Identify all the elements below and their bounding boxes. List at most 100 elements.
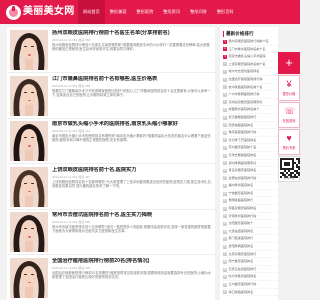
article-title[interactable]: 扬州双眼皮医院排行榜前十名医生名单(分享排前名)	[52, 30, 212, 37]
sidebar-item[interactable]: 34 海口吸脂医院排名	[223, 289, 278, 297]
qr-code-icon	[280, 158, 300, 178]
article-views: 阅读 187	[78, 174, 91, 179]
article-summary: 扬州双眼皮医院排行榜前十名医生名单是哪些呢?想要做双眼皮手术的小伙伴们一定要看看…	[52, 43, 210, 52]
sidebar-item-label: 沈阳整形医院前十	[228, 221, 254, 226]
rank-number: 7	[223, 85, 227, 90]
sidebar-item-label: 大连祛痘医院排名	[228, 228, 254, 233]
sidebar-item[interactable]: 26 大连祛痘医院排名	[223, 228, 278, 236]
expand-button[interactable]: +	[278, 52, 300, 74]
sidebar-item-label: 兰州整形医院排行榜	[228, 282, 257, 286]
sidebar-item[interactable]: 8 广州市隆胸医院排行榜	[223, 91, 278, 99]
sidebar-item[interactable]: 30 南宁整形医院排名	[223, 258, 278, 266]
sidebar-item[interactable]: 7 杭州吸脂医院排名前十名	[223, 84, 278, 92]
sidebar-item[interactable]: 6 全国治疗痤疮医院排行榜	[223, 76, 278, 84]
article-title[interactable]: 全国治疗痤疮医院排行榜前20名(排名情况)	[52, 258, 212, 265]
article-meta: 2024-03-12 11:28|阅读 256	[52, 220, 91, 224]
sidebar-item[interactable]: 25 沈阳整形医院前十	[223, 220, 278, 228]
nav-item[interactable]: 整形美容	[105, 0, 132, 24]
article-date: 2024-03-12 11:33	[52, 129, 76, 133]
sidebar-item[interactable]: 11 武汉做眼袋医院排行	[223, 114, 278, 122]
rank-number: 6	[223, 77, 227, 82]
article-thumbnail[interactable]	[10, 212, 48, 252]
article-item[interactable]: 常州市去痘坑医院排名前十名,医生实力揭晓 2024-03-12 11:28|阅读 …	[7, 209, 215, 255]
sidebar-item[interactable]: 5 常州市去痘坑医院排名	[223, 68, 278, 76]
sidebar-item[interactable]: 19 合肥祛斑医院排行榜	[223, 175, 278, 183]
sidebar-item-label: 南昌双眼皮医院排名	[228, 206, 257, 211]
sidebar-item[interactable]: 15 苏州整形医院前十名	[223, 144, 278, 152]
sidebar-item[interactable]: 18 青岛双眼皮医院排名	[223, 167, 278, 175]
sidebar-item-label: 苏州整形医院前十名	[228, 145, 257, 150]
nav-item[interactable]: 整形资讯	[158, 0, 185, 24]
article-title[interactable]: 南京市做乳头缩小手术的医院排名,南京乳头缩小哪家好	[52, 121, 212, 128]
rank-number: 11	[223, 115, 227, 120]
sidebar-item[interactable]: 23 南昌双眼皮医院排名	[223, 205, 278, 213]
article-thumbnail[interactable]	[10, 257, 48, 298]
rank-number: 19	[223, 176, 227, 181]
article-views: 阅读 295	[78, 83, 91, 88]
sidebar-item[interactable]: 32 哈尔滨隆鼻医院排名	[223, 273, 278, 281]
sidebar-item-label: 南京市做乳头缩小手术医院	[228, 54, 266, 59]
rank-number: 15	[223, 146, 227, 151]
sidebar-item[interactable]: 10 成都隆鼻医院排名前十	[223, 106, 278, 114]
sidebar-item[interactable]: 1 扬州双眼皮医院排行榜前十名	[223, 38, 278, 46]
article-date: 2024-03-12 11:30	[52, 174, 76, 179]
sidebar-item[interactable]: 16 天津去眼袋医院排名	[223, 152, 278, 160]
sidebar-item[interactable]: 33 兰州整形医院排行榜	[223, 281, 278, 289]
sidebar-item-label: 郑州隆胸医院哪家好	[228, 160, 257, 165]
float-button[interactable]: ¥ 整形价格	[278, 75, 300, 101]
article-item[interactable]: 江门市隆鼻医院排名前十名有哪些,医生价格表 2024-03-12 11:35|阅读…	[7, 73, 215, 119]
article-list: 扬州双眼皮医院排行榜前十名医生名单(分享排前名) 2024-03-12 11:36…	[7, 27, 215, 300]
article-title[interactable]: 上饶双眼皮医院排名前十名,医院实力	[52, 167, 212, 174]
sidebar-item-label: 上饶双眼皮医院排名前十名	[228, 61, 266, 66]
article-meta: 2024-03-12 11:35|阅读 295	[52, 83, 91, 88]
float-button[interactable]: ♥ 预约专家	[278, 129, 300, 155]
sidebar-item[interactable]: 20 福州隆鼻医院排名	[223, 182, 278, 190]
article-item[interactable]: 上饶双眼皮医院排名前十名,医院实力 2024-03-12 11:30|阅读 187…	[7, 164, 215, 210]
sidebar-item[interactable]: 2 江门市隆鼻医院排名前十名	[223, 46, 278, 54]
rank-number: 28	[223, 244, 227, 249]
rank-number: 23	[223, 206, 227, 211]
nav-item[interactable]: 整形问答	[185, 0, 212, 24]
sidebar-item[interactable]: 31 石家庄祛斑医院排行	[223, 266, 278, 274]
sidebar-item[interactable]: 29 太原双眼皮医院排行	[223, 251, 278, 259]
rank-number: 3	[223, 54, 227, 59]
article-title[interactable]: 常州市去痘坑医院排名前十名,医生实力揭晓	[52, 212, 212, 219]
sidebar-item[interactable]: 3 南京市做乳头缩小手术医院	[223, 53, 278, 61]
article-title[interactable]: 江门市隆鼻医院排名前十名有哪些,医生价格表	[52, 76, 212, 83]
article-thumbnail[interactable]	[10, 121, 48, 161]
nav-item[interactable]: 网站首页	[78, 0, 105, 24]
sidebar-item[interactable]: 17 郑州隆胸医院哪家好	[223, 160, 278, 168]
sidebar-item[interactable]: 14 长沙隆下巴医院排名	[223, 137, 278, 145]
sidebar-item[interactable]: 9 深圳割双眼皮医院哪家好	[223, 99, 278, 107]
main-nav: 网站首页 整形美容 整形医院 整形资讯 整形问答 整形百科	[78, 0, 239, 24]
rank-number: 34	[223, 290, 227, 295]
nav-item[interactable]: 整形医院	[132, 0, 159, 24]
article-item[interactable]: 全国治疗痤疮医院排行榜前20名(排名情况) 2024-03-12 11:25|阅读…	[7, 255, 215, 300]
floating-toolbar: + ¥ 整形价格 ☏ 在线咨询 ♥ 预约专家 扫码关注	[278, 52, 300, 182]
sidebar-item[interactable]: 28 贵阳隆胸医院排名	[223, 243, 278, 251]
article-thumbnail[interactable]	[10, 166, 48, 207]
sidebar-item[interactable]: 4 上饶双眼皮医院排名前十名	[223, 61, 278, 69]
float-button-label: 整形价格	[282, 92, 296, 96]
qr-code: 扫码关注	[278, 156, 300, 182]
article-summary: 南京市做乳头缩小手术的医院排名有哪些呢?南京乳头缩小哪家好?想要改善乳头形态的朋…	[52, 134, 211, 143]
rank-number: 12	[223, 123, 227, 128]
sidebar-item[interactable]: 13 重庆美容医院排行榜	[223, 129, 278, 137]
nav-item[interactable]: 整形百科	[212, 0, 239, 24]
sidebar-item[interactable]: 27 厦门植发医院排行	[223, 235, 278, 244]
logo-text: 美丽美女网	[23, 6, 75, 18]
sidebar-item[interactable]: 21 宁波整形医院排名	[223, 190, 278, 198]
article-meta: 2024-03-12 11:25|阅读 339	[52, 265, 91, 270]
rank-number: 10	[223, 108, 227, 113]
site-logo[interactable]: 美丽美女网	[6, 3, 75, 21]
rank-number: 18	[223, 168, 227, 173]
sidebar-item[interactable]: 12 西安抽脂医院排名	[223, 122, 278, 130]
sidebar-item[interactable]: 22 昆明吸脂医院排行	[223, 197, 278, 206]
article-item[interactable]: 扬州双眼皮医院排行榜前十名医生名单(分享排前名) 2024-03-12 11:36…	[7, 27, 215, 73]
article-item[interactable]: 南京市做乳头缩小手术的医院排名,南京乳头缩小哪家好 2024-03-12 11:3…	[7, 118, 215, 164]
rank-number: 26	[223, 229, 227, 234]
article-thumbnail[interactable]	[10, 75, 48, 116]
article-thumbnail[interactable]	[10, 30, 48, 70]
float-button[interactable]: ☏ 在线咨询	[278, 102, 300, 128]
sidebar-item[interactable]: 24 济南隆鼻医院排行榜	[223, 213, 278, 221]
